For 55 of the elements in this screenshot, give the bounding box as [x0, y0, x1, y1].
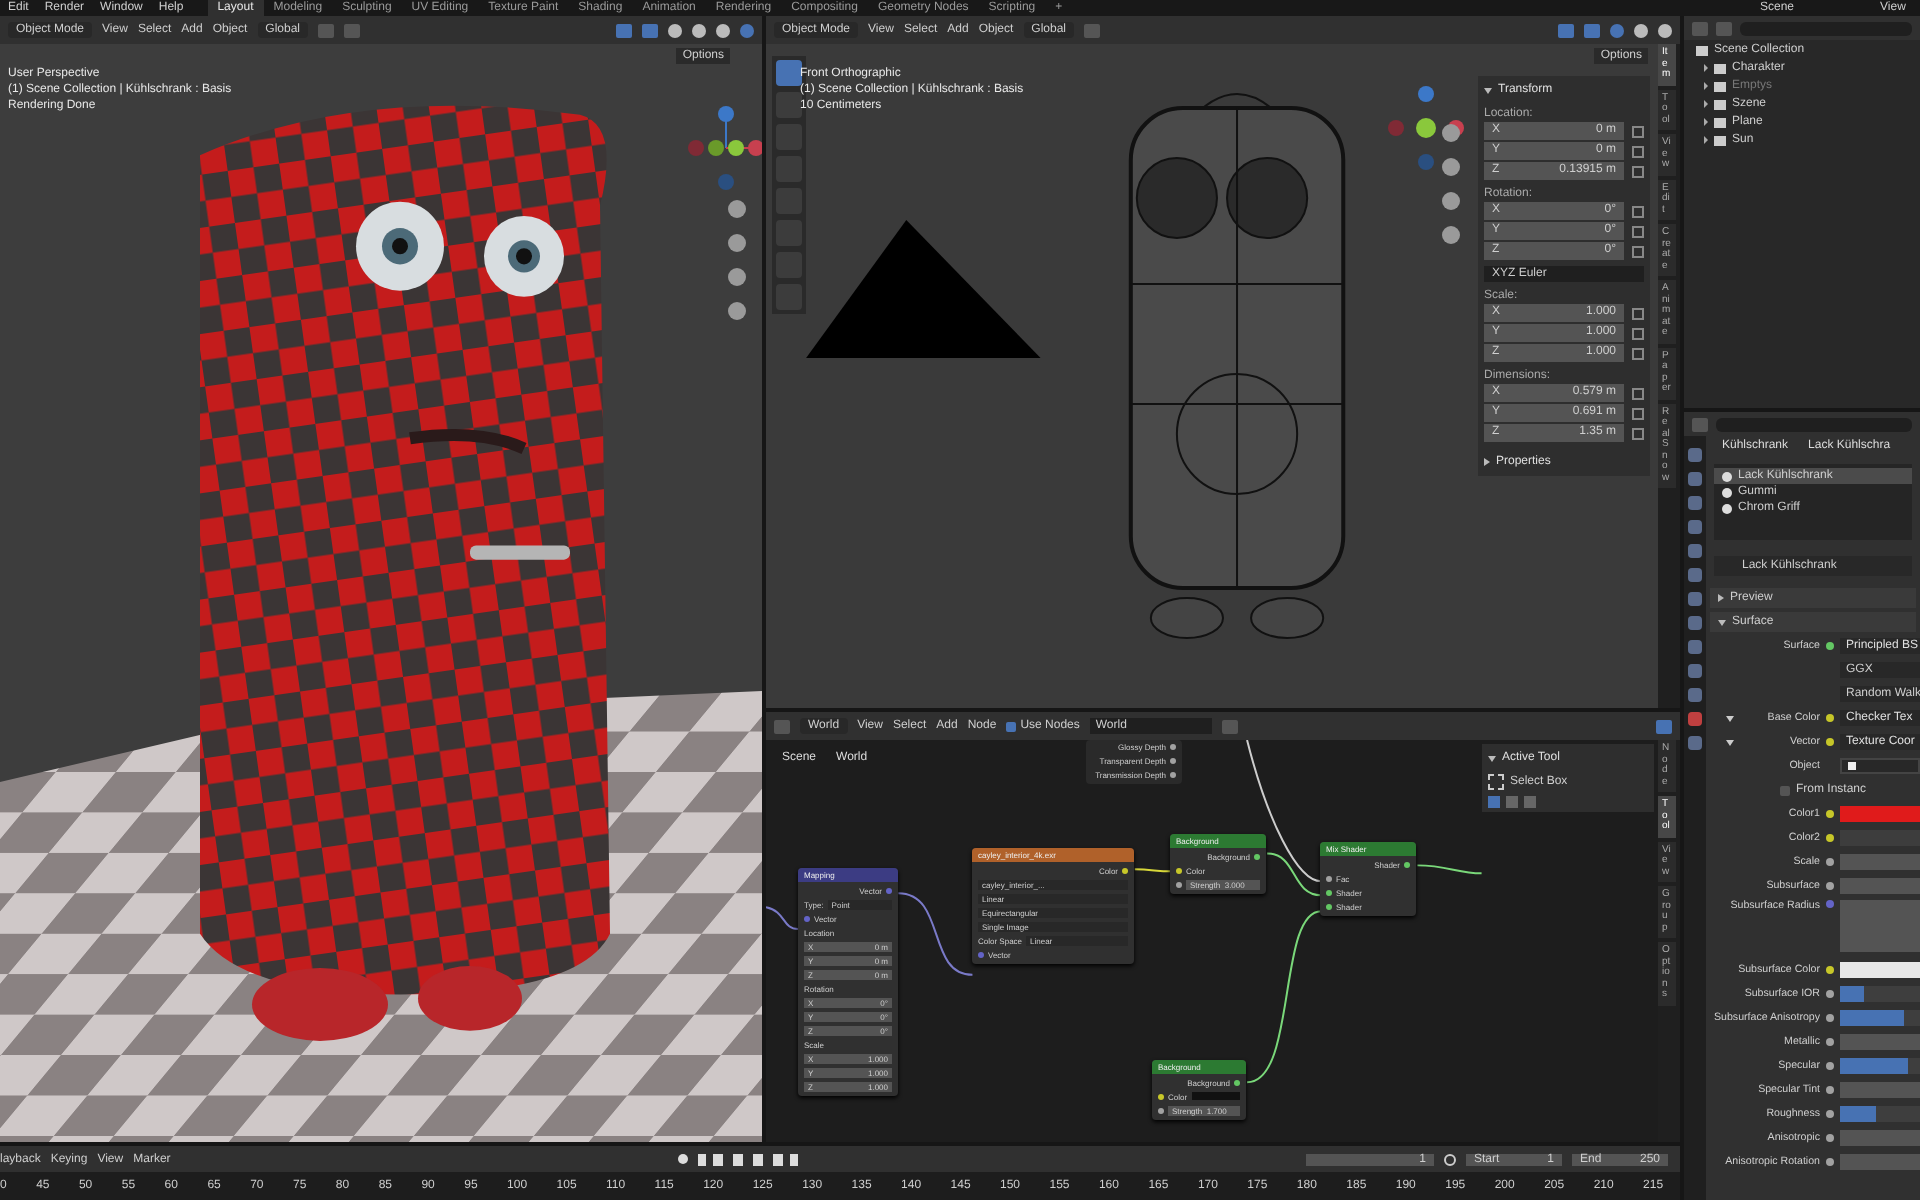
playback-controls-icon[interactable] — [698, 1153, 799, 1165]
socket-icon[interactable] — [1826, 966, 1834, 974]
socket-icon[interactable] — [1254, 853, 1260, 859]
node-link — [1133, 868, 1172, 873]
socket-icon[interactable] — [1826, 714, 1834, 722]
socket-icon[interactable] — [1326, 875, 1332, 881]
slider-field[interactable] — [1840, 1058, 1920, 1074]
socket-icon[interactable] — [1234, 1079, 1240, 1085]
color-swatch[interactable] — [1840, 806, 1920, 822]
slider-field[interactable] — [1840, 1106, 1920, 1122]
socket-icon[interactable] — [1826, 1086, 1834, 1094]
vector-field[interactable] — [1840, 900, 1920, 952]
color-swatch[interactable] — [1840, 962, 1920, 978]
socket-icon[interactable] — [1176, 867, 1182, 873]
number-field[interactable] — [1840, 1034, 1920, 1050]
socket-icon[interactable] — [1826, 1014, 1834, 1022]
socket-icon[interactable] — [1826, 834, 1834, 842]
socket-icon[interactable] — [1326, 889, 1332, 895]
socket-icon[interactable] — [1170, 771, 1176, 777]
number-field[interactable] — [1840, 1082, 1920, 1098]
number-field[interactable] — [1840, 854, 1920, 870]
socket-icon[interactable] — [1176, 881, 1182, 887]
socket-icon[interactable] — [1826, 858, 1834, 866]
expand-arrow-icon[interactable] — [1726, 739, 1734, 745]
socket-icon[interactable] — [1170, 757, 1176, 763]
object-field[interactable] — [1840, 758, 1920, 774]
socket-icon[interactable] — [1826, 990, 1834, 998]
socket-icon[interactable] — [1826, 1110, 1834, 1118]
socket-icon[interactable] — [1826, 642, 1834, 650]
number-field[interactable] — [1840, 1130, 1920, 1146]
node-link — [766, 906, 800, 931]
socket-icon[interactable] — [1826, 738, 1834, 746]
clock-icon[interactable] — [1444, 1153, 1456, 1165]
number-field[interactable] — [1840, 1154, 1920, 1170]
select-box-icon[interactable] — [1488, 774, 1504, 790]
socket-icon[interactable] — [1326, 903, 1332, 909]
socket-icon[interactable] — [1170, 743, 1176, 749]
expand-arrow-icon[interactable] — [1726, 715, 1734, 721]
socket-icon[interactable] — [1826, 1062, 1834, 1070]
navigation-gizmo-icon[interactable] — [686, 104, 762, 192]
socket-icon[interactable] — [1826, 1038, 1834, 1046]
socket-icon[interactable] — [1826, 810, 1834, 818]
record-icon[interactable] — [678, 1154, 689, 1164]
node-link — [1416, 864, 1483, 875]
socket-icon[interactable] — [1122, 867, 1128, 873]
socket-icon[interactable] — [1158, 1093, 1164, 1099]
socket-icon[interactable] — [1826, 1158, 1834, 1166]
slider-field[interactable] — [1840, 1010, 1920, 1026]
slider-field[interactable] — [1840, 986, 1920, 1002]
number-field[interactable] — [1840, 878, 1920, 894]
socket-icon[interactable] — [1826, 1134, 1834, 1142]
socket-icon[interactable] — [1158, 1107, 1164, 1113]
node-link — [897, 892, 974, 976]
socket-icon[interactable] — [1826, 882, 1834, 890]
socket-icon[interactable] — [1404, 861, 1410, 867]
